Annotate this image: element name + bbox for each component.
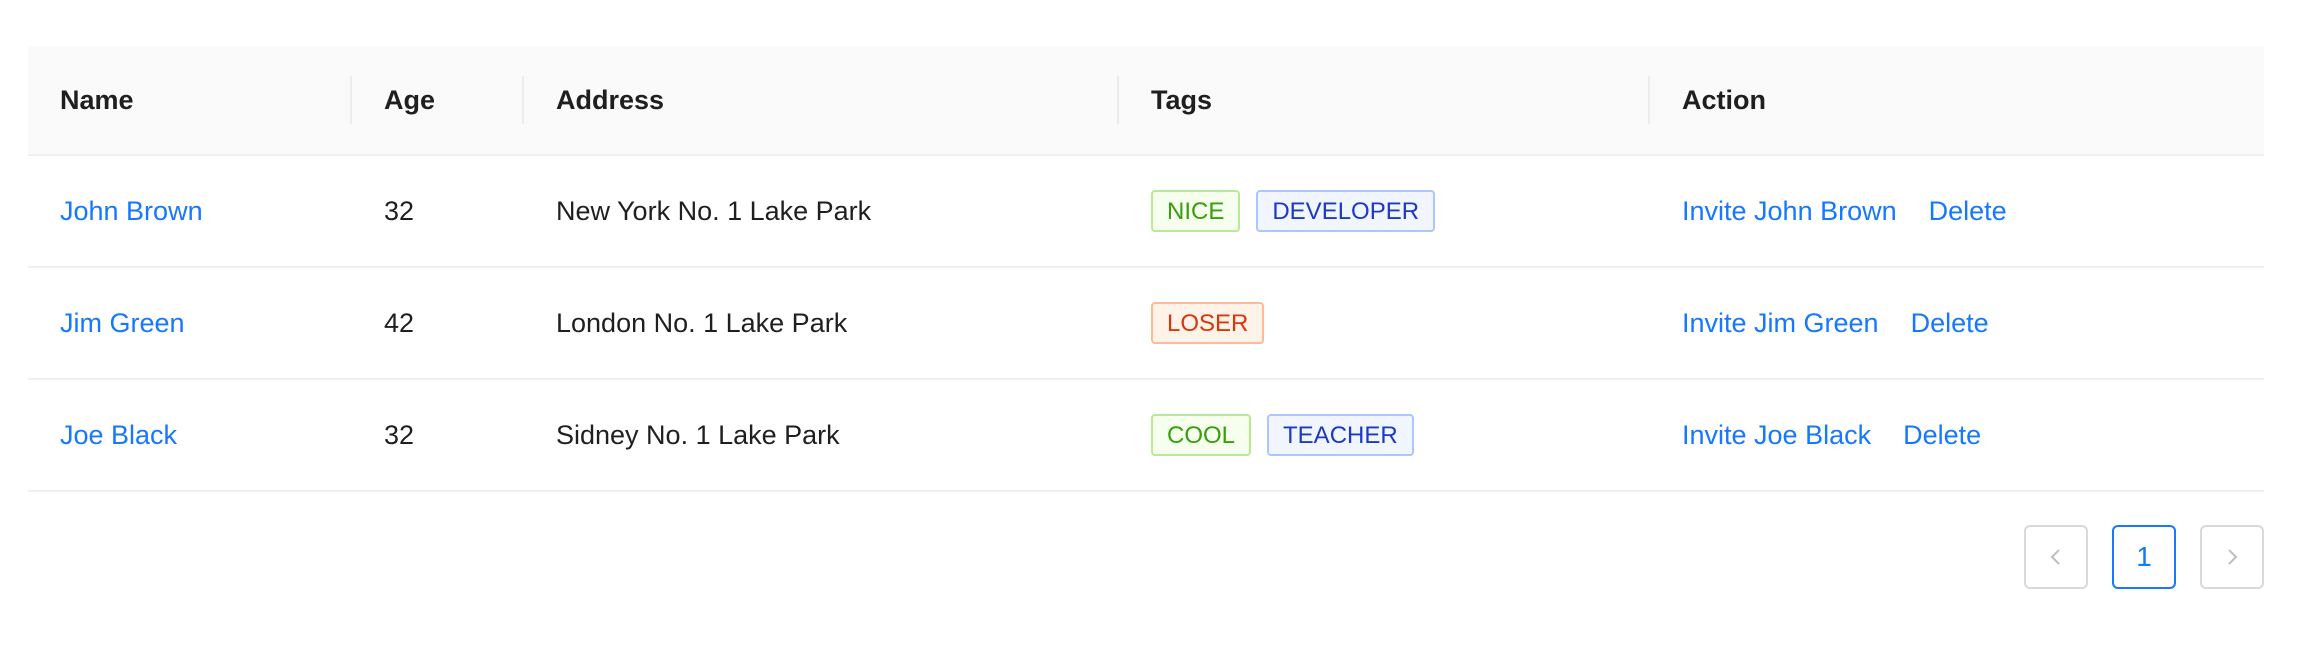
delete-link[interactable]: Delete <box>1911 308 1989 338</box>
cell-age: 32 <box>352 379 524 492</box>
page-button-current[interactable]: 1 <box>2112 525 2176 589</box>
cell-action: Invite Jim Green Delete <box>1650 267 2264 380</box>
delete-link[interactable]: Delete <box>1929 196 2007 226</box>
table-row: Joe Black 32 Sidney No. 1 Lake Park COOL… <box>28 379 2264 492</box>
cell-action: Invite John Brown Delete <box>1650 155 2264 268</box>
cell-tags: COOL TEACHER <box>1119 379 1650 492</box>
chevron-left-icon <box>2050 549 2060 565</box>
delete-link[interactable]: Delete <box>1903 420 1981 450</box>
prev-page-button[interactable] <box>2024 525 2088 589</box>
cell-address: New York No. 1 Lake Park <box>524 155 1119 268</box>
next-page-button[interactable] <box>2200 525 2264 589</box>
cell-tags: LOSER <box>1119 267 1650 380</box>
invite-link[interactable]: Invite Joe Black <box>1682 420 1871 450</box>
users-table-container: Name Age Address Tags Action John Brown … <box>28 46 2264 492</box>
column-header-action: Action <box>1650 46 2264 156</box>
column-header-name: Name <box>28 46 352 156</box>
column-header-age: Age <box>352 46 524 156</box>
users-table: Name Age Address Tags Action John Brown … <box>28 46 2264 492</box>
table-header: Name Age Address Tags Action <box>28 46 2264 156</box>
cell-address: Sidney No. 1 Lake Park <box>524 379 1119 492</box>
page: Name Age Address Tags Action John Brown … <box>0 0 2314 656</box>
tag: DEVELOPER <box>1256 190 1436 232</box>
cell-address: London No. 1 Lake Park <box>524 267 1119 380</box>
cell-action: Invite Joe Black Delete <box>1650 379 2264 492</box>
table-body: John Brown 32 New York No. 1 Lake Park N… <box>28 155 2264 492</box>
cell-tags: NICE DEVELOPER <box>1119 155 1650 268</box>
cell-name: John Brown <box>28 155 352 268</box>
tag: NICE <box>1151 190 1241 232</box>
tag: LOSER <box>1151 302 1265 344</box>
column-header-address: Address <box>524 46 1119 156</box>
invite-link[interactable]: Invite John Brown <box>1682 196 1897 226</box>
name-link[interactable]: John Brown <box>60 196 203 226</box>
pagination: 1 <box>2024 525 2264 589</box>
tag: TEACHER <box>1267 414 1414 456</box>
cell-age: 42 <box>352 267 524 380</box>
table-row: Jim Green 42 London No. 1 Lake Park LOSE… <box>28 267 2264 380</box>
table-row: John Brown 32 New York No. 1 Lake Park N… <box>28 155 2264 268</box>
cell-name: Jim Green <box>28 267 352 380</box>
cell-name: Joe Black <box>28 379 352 492</box>
cell-age: 32 <box>352 155 524 268</box>
column-header-tags: Tags <box>1119 46 1650 156</box>
tag: COOL <box>1151 414 1252 456</box>
name-link[interactable]: Joe Black <box>60 420 177 450</box>
chevron-right-icon <box>2228 549 2238 565</box>
table-header-row: Name Age Address Tags Action <box>28 46 2264 156</box>
name-link[interactable]: Jim Green <box>60 308 185 338</box>
invite-link[interactable]: Invite Jim Green <box>1682 308 1879 338</box>
